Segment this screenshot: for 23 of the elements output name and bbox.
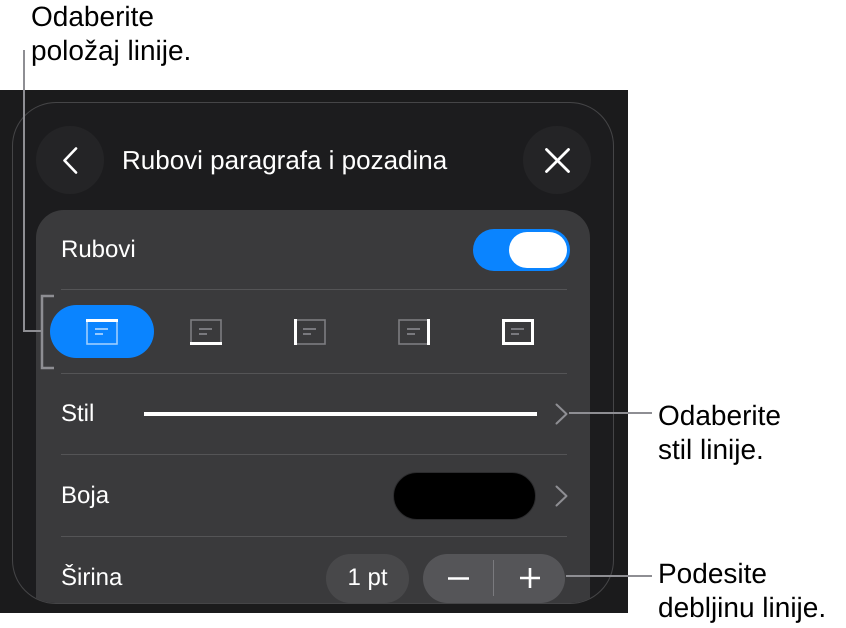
row-label: Boja [61,480,110,510]
row-label: Širina [61,563,124,593]
callout-text: Odaberite stil linije. [658,399,782,467]
plus-icon [520,568,540,588]
callout-text: Odaberite položaj linije. [31,0,192,68]
chevron-left-icon [62,146,78,174]
chevron-right-icon[interactable] [555,484,568,506]
row-label: Rubovi [61,234,136,264]
callout-text: Podesite debljinu linije. [658,557,828,625]
color-swatch[interactable] [393,472,536,520]
width-value-field[interactable]: 1 pt [326,554,409,602]
border-bottom-icon [190,318,222,344]
border-top-icon [86,318,118,344]
border-left-icon [294,318,326,344]
panel-title: Rubovi paragrafa i pozadina [122,144,448,176]
close-icon [544,148,570,172]
border-right-icon [398,318,430,344]
border-box-icon [502,318,534,344]
minus-icon [448,576,468,580]
row-label: Stil [61,399,96,429]
borders-toggle[interactable] [473,228,570,270]
chevron-right-icon[interactable] [555,403,568,425]
border-position-button[interactable] [50,305,154,358]
